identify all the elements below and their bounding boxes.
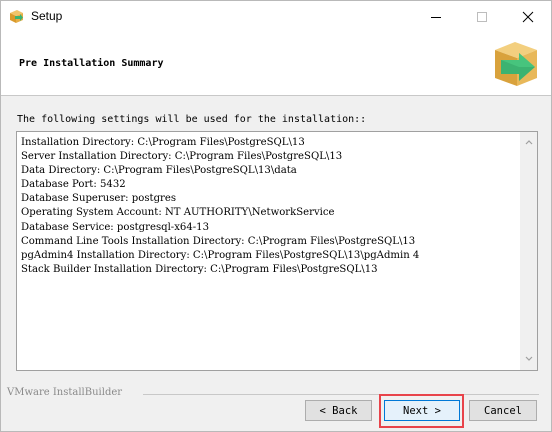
summary-line: Server Installation Directory: C:\Progra… xyxy=(21,151,343,163)
minimize-icon xyxy=(431,17,441,18)
summary-line: Installation Directory: C:\Program Files… xyxy=(21,137,305,148)
summary-line: Command Line Tools Installation Director… xyxy=(21,235,416,247)
close-icon xyxy=(522,11,534,23)
maximize-button[interactable] xyxy=(459,1,505,32)
maximize-icon xyxy=(477,12,487,22)
window-title: Setup xyxy=(31,9,63,23)
cancel-button[interactable]: Cancel xyxy=(469,400,537,421)
title-bar[interactable]: Setup xyxy=(1,1,551,32)
close-button[interactable] xyxy=(505,1,551,32)
summary-line: pgAdmin4 Installation Directory: C:\Prog… xyxy=(21,249,420,261)
summary-line: Stack Builder Installation Directory: C:… xyxy=(21,263,378,275)
summary-line: Database Superuser: postgres xyxy=(21,193,177,205)
scroll-down-arrow-icon[interactable] xyxy=(525,356,533,362)
minimize-button[interactable] xyxy=(413,1,459,32)
setup-window: Setup Pre Installation Summary The follo… xyxy=(0,0,552,432)
summary-line: Database Port: 5432 xyxy=(21,179,126,191)
page-title: Pre Installation Summary xyxy=(19,58,164,69)
summary-text-area[interactable]: Installation Directory: C:\Program Files… xyxy=(16,131,538,371)
summary-intro-text: The following settings will be used for … xyxy=(17,114,367,125)
scroll-up-arrow-icon[interactable] xyxy=(525,139,533,145)
setup-package-icon xyxy=(9,9,24,24)
installbuilder-brand: VMware InstallBuilder xyxy=(7,387,123,398)
wizard-header: Pre Installation Summary xyxy=(1,32,551,96)
installer-box-arrow-icon xyxy=(491,38,541,90)
summary-line: Data Directory: C:\Program Files\Postgre… xyxy=(21,165,297,177)
footer-divider xyxy=(143,394,539,395)
back-button[interactable]: < Back xyxy=(305,400,372,421)
vertical-scrollbar[interactable] xyxy=(520,132,537,370)
next-button[interactable]: Next > xyxy=(384,400,460,421)
summary-line: Operating System Account: NT AUTHORITY\N… xyxy=(21,207,335,219)
summary-line: Database Service: postgresql-x64-13 xyxy=(21,221,210,233)
summary-lines: Installation Directory: C:\Program Files… xyxy=(21,136,516,277)
